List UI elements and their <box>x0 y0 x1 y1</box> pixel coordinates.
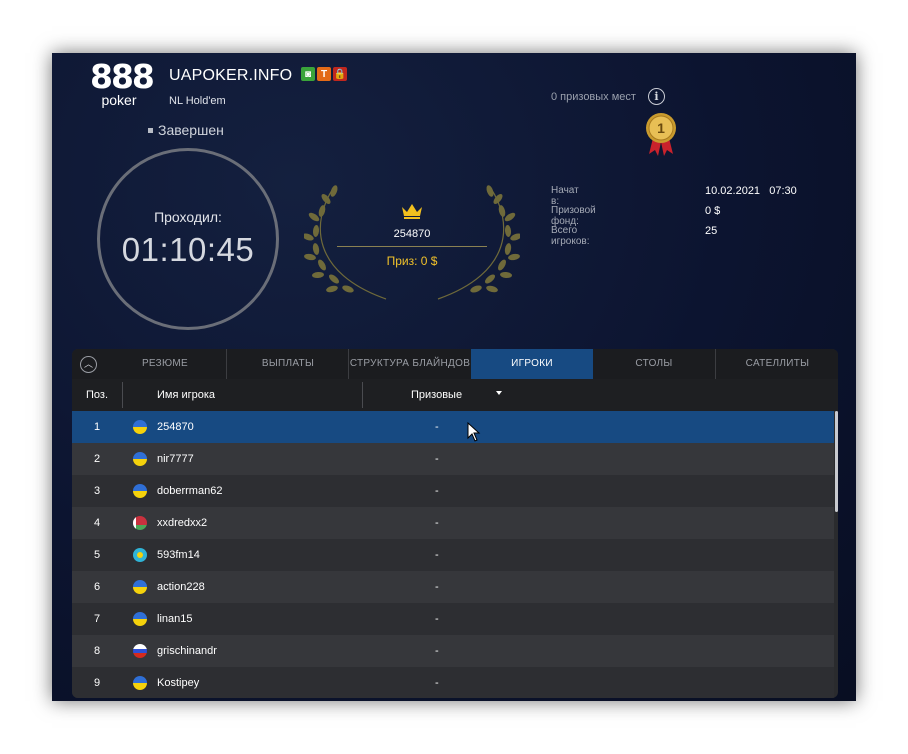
tournament-title: UAPOKER.INFO <box>169 67 293 84</box>
sort-down-icon[interactable] <box>496 391 502 395</box>
turbo-badge-icon: T <box>317 67 331 81</box>
row-prize: - <box>435 517 439 529</box>
stat-value: 25 <box>705 225 718 237</box>
table-row[interactable]: 2 nir7777 - <box>72 443 834 475</box>
table-row[interactable]: 1 254870 - <box>72 411 834 443</box>
winner-name: 254870 <box>393 228 431 240</box>
row-player-name: nir7777 <box>157 453 194 465</box>
flag-ua-icon <box>133 484 147 498</box>
row-prize: - <box>435 581 439 593</box>
row-player-name: Kostipey <box>157 677 200 689</box>
row-prize: - <box>435 453 439 465</box>
row-player-name: xxdredxx2 <box>157 517 208 529</box>
stat-label: Призовой фонд: <box>551 205 596 227</box>
row-position: 2 <box>93 453 101 465</box>
tab-payouts[interactable]: ВЫПЛАТЫ <box>226 349 349 379</box>
row-position: 6 <box>93 581 101 593</box>
tab-satellites[interactable]: САТЕЛЛИТЫ <box>715 349 838 379</box>
stat-label: Начат в: <box>551 185 579 207</box>
row-player-name: linan15 <box>157 613 193 625</box>
flag-by-icon <box>133 516 147 530</box>
status-square-icon <box>148 127 153 133</box>
medal-icon: 1 <box>646 113 676 156</box>
table-row[interactable]: 8 grischinandr - <box>72 635 834 667</box>
row-player-name: action228 <box>157 581 205 593</box>
table-type-icon: ◙ <box>301 67 315 81</box>
flag-ru-icon <box>133 644 147 658</box>
888poker-logo: 888 poker <box>90 57 155 107</box>
prize-places-text: 0 призовых мест <box>551 91 636 103</box>
mouse-cursor-icon <box>467 422 481 442</box>
row-player-name: 254870 <box>157 421 194 433</box>
winner-prize: Приз: 0 $ <box>386 254 438 268</box>
lock-icon: 🔒 <box>333 67 347 81</box>
row-prize: - <box>435 549 439 561</box>
chevron-up-icon[interactable]: ︿ <box>80 356 97 373</box>
logo-number: 888 <box>90 57 155 96</box>
table-row[interactable]: 6 action228 - <box>72 571 834 603</box>
row-position: 8 <box>93 645 101 657</box>
row-player-name: grischinandr <box>157 645 217 657</box>
flag-ua-icon <box>133 420 147 434</box>
flag-kz-icon <box>133 548 147 562</box>
col-prize[interactable]: Призовые <box>411 379 462 411</box>
tournament-status: Завершен <box>148 122 224 138</box>
row-prize: - <box>435 485 439 497</box>
duration-clock: Проходил: 01:10:45 <box>97 148 279 330</box>
stat-value: 10.02.2021 07:30 <box>705 185 797 197</box>
row-position: 5 <box>93 549 101 561</box>
row-prize: - <box>435 613 439 625</box>
row-prize: - <box>435 645 439 657</box>
tab-bar: ︿ РЕЗЮМЕ ВЫПЛАТЫ СТРУКТУРА БЛАЙНДОВ ИГРО… <box>72 349 838 379</box>
winner-block: 254870 Приз: 0 $ <box>337 203 487 268</box>
tab-blind-structure[interactable]: СТРУКТУРА БЛАЙНДОВ <box>348 349 471 379</box>
row-position: 1 <box>93 421 101 433</box>
tab-players[interactable]: ИГРОКИ <box>471 349 593 379</box>
scrollbar-thumb[interactable] <box>835 411 838 512</box>
flag-ua-icon <box>133 676 147 690</box>
row-prize: - <box>435 421 439 433</box>
row-position: 7 <box>93 613 101 625</box>
row-position: 4 <box>93 517 101 529</box>
lobby-panel: ︿ РЕЗЮМЕ ВЫПЛАТЫ СТРУКТУРА БЛАЙНДОВ ИГРО… <box>72 349 838 698</box>
stat-label: Всего игроков: <box>551 225 590 247</box>
col-divider <box>122 382 123 408</box>
row-prize: - <box>435 677 439 689</box>
tab-tables[interactable]: СТОЛЫ <box>593 349 715 379</box>
flag-ua-icon <box>133 452 147 466</box>
players-list: 1 254870 - 2 nir7777 - 3 doberrman62 - 4… <box>72 411 834 698</box>
col-divider <box>362 382 363 408</box>
table-row[interactable]: 4 xxdredxx2 - <box>72 507 834 539</box>
row-player-name: doberrman62 <box>157 485 223 497</box>
tab-summary[interactable]: РЕЗЮМЕ <box>104 349 226 379</box>
col-player-name[interactable]: Имя игрока <box>157 379 215 411</box>
flag-ua-icon <box>133 612 147 626</box>
status-text: Завершен <box>158 122 224 138</box>
duration-label: Проходил: <box>154 209 222 225</box>
crown-icon <box>337 203 487 222</box>
flag-ua-icon <box>133 580 147 594</box>
row-position: 9 <box>93 677 101 689</box>
row-position: 3 <box>93 485 101 497</box>
col-position[interactable]: Поз. <box>72 379 122 411</box>
table-row[interactable]: 3 doberrman62 - <box>72 475 834 507</box>
table-header: Поз. Имя игрока Призовые <box>72 379 838 411</box>
stat-value: 0 $ <box>705 205 721 217</box>
table-row[interactable]: 7 linan15 - <box>72 603 834 635</box>
row-player-name: 593fm14 <box>157 549 200 561</box>
tournament-lobby-window: 888 poker UAPOKER.INFO ◙ T 🔒 NL Hold'em … <box>52 53 856 701</box>
table-row[interactable]: 9 Kostipey - <box>72 667 834 698</box>
medal-number: 1 <box>657 120 665 136</box>
info-icon[interactable]: i <box>648 88 665 105</box>
winner-divider <box>337 246 487 247</box>
duration-time: 01:10:45 <box>121 231 255 268</box>
table-row[interactable]: 5 593fm14 - <box>72 539 834 571</box>
game-type: NL Hold'em <box>169 95 226 107</box>
tournament-badges: ◙ T 🔒 <box>301 67 347 81</box>
